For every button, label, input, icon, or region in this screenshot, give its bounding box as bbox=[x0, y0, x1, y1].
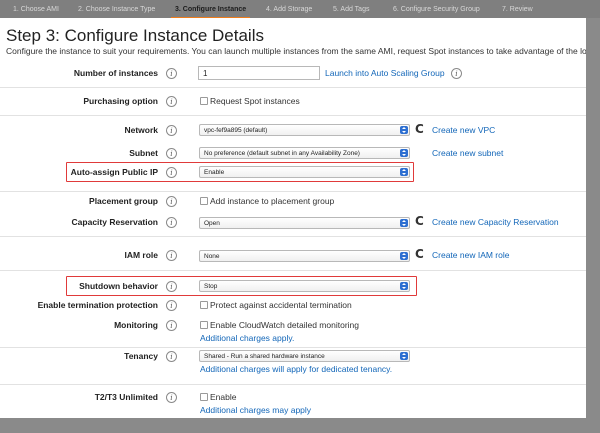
tab-review[interactable]: 7. Review bbox=[502, 6, 533, 13]
tab-choose-ami[interactable]: 1. Choose AMI bbox=[13, 6, 59, 13]
subnet-select-value: No preference (default subnet in any Ava… bbox=[204, 150, 360, 157]
label-network: Network bbox=[124, 125, 158, 135]
create-new-subnet-link[interactable]: Create new subnet bbox=[432, 148, 503, 158]
info-icon[interactable]: i bbox=[166, 217, 177, 228]
info-icon[interactable]: i bbox=[166, 125, 177, 136]
request-spot-label: Request Spot instances bbox=[210, 96, 300, 106]
iam-role-value: None bbox=[204, 253, 220, 260]
info-icon[interactable]: i bbox=[166, 351, 177, 362]
launch-auto-scaling-link[interactable]: Launch into Auto Scaling Group bbox=[325, 68, 445, 78]
tab-configure-security-group[interactable]: 6. Configure Security Group bbox=[393, 6, 480, 13]
page-subtitle: Configure the instance to suit your requ… bbox=[6, 46, 586, 56]
info-icon[interactable]: i bbox=[166, 96, 177, 107]
label-iam-role: IAM role bbox=[124, 250, 158, 260]
tab-add-tags[interactable]: 5. Add Tags bbox=[333, 6, 369, 13]
create-capacity-reservation-link[interactable]: Create new Capacity Reservation bbox=[432, 217, 559, 227]
info-icon[interactable]: i bbox=[166, 250, 177, 261]
label-number-of-instances: Number of instances bbox=[73, 68, 158, 78]
termination-protection-checkbox[interactable] bbox=[200, 301, 208, 309]
info-icon[interactable]: i bbox=[166, 392, 177, 403]
placement-group-option-label: Add instance to placement group bbox=[210, 196, 335, 206]
divider bbox=[0, 115, 586, 116]
tenancy-charges-link[interactable]: Additional charges will apply for dedica… bbox=[200, 364, 392, 374]
configure-instance-panel: Step 3: Configure Instance Details Confi… bbox=[0, 18, 586, 418]
refresh-icon[interactable]: C bbox=[415, 215, 424, 227]
request-spot-checkbox[interactable] bbox=[200, 97, 208, 105]
divider bbox=[0, 347, 586, 348]
highlight-box-shutdown bbox=[66, 276, 417, 296]
highlight-box-public-ip bbox=[66, 162, 414, 182]
unlimited-option-label: Enable bbox=[210, 392, 237, 402]
tenancy-value: Shared - Run a shared hardware instance bbox=[204, 353, 325, 360]
divider bbox=[0, 191, 586, 192]
cloudwatch-monitoring-option-label: Enable CloudWatch detailed monitoring bbox=[210, 320, 359, 330]
label-monitoring: Monitoring bbox=[114, 320, 158, 330]
info-icon[interactable]: i bbox=[166, 148, 177, 159]
info-icon[interactable]: i bbox=[166, 196, 177, 207]
label-t2-t3-unlimited: T2/T3 Unlimited bbox=[94, 392, 158, 402]
create-new-iam-role-link[interactable]: Create new IAM role bbox=[432, 250, 509, 260]
capacity-reservation-select[interactable]: Open bbox=[199, 217, 410, 229]
network-select-value: vpc-fef9a895 (default) bbox=[204, 127, 268, 134]
select-arrows-icon bbox=[400, 352, 408, 360]
divider bbox=[0, 87, 586, 88]
subnet-select[interactable]: No preference (default subnet in any Ava… bbox=[199, 147, 410, 159]
wizard-tabs: 1. Choose AMI 2. Choose Instance Type 3.… bbox=[0, 0, 600, 19]
select-arrows-icon bbox=[400, 219, 408, 227]
monitoring-charges-link[interactable]: Additional charges apply. bbox=[200, 333, 294, 343]
create-new-vpc-link[interactable]: Create new VPC bbox=[432, 125, 495, 135]
network-select[interactable]: vpc-fef9a895 (default) bbox=[199, 124, 410, 136]
page-title: Step 3: Configure Instance Details bbox=[6, 26, 264, 45]
placement-group-checkbox[interactable] bbox=[200, 197, 208, 205]
unlimited-charges-link[interactable]: Additional charges may apply bbox=[200, 405, 311, 415]
refresh-icon[interactable]: C bbox=[415, 123, 424, 135]
info-icon[interactable]: i bbox=[166, 68, 177, 79]
label-termination-protection: Enable termination protection bbox=[37, 300, 158, 310]
info-icon[interactable]: i bbox=[166, 320, 177, 331]
select-arrows-icon bbox=[400, 149, 408, 157]
iam-role-select[interactable]: None bbox=[199, 250, 410, 262]
divider bbox=[0, 236, 586, 237]
label-purchasing-option: Purchasing option bbox=[83, 96, 158, 106]
overlay-scrim bbox=[586, 18, 600, 433]
select-arrows-icon bbox=[400, 252, 408, 260]
tab-choose-instance-type[interactable]: 2. Choose Instance Type bbox=[78, 6, 155, 13]
number-of-instances-input[interactable]: 1 bbox=[198, 66, 320, 80]
info-icon[interactable]: i bbox=[166, 300, 177, 311]
tenancy-select[interactable]: Shared - Run a shared hardware instance bbox=[199, 350, 410, 362]
label-placement-group: Placement group bbox=[89, 196, 158, 206]
label-capacity-reservation: Capacity Reservation bbox=[71, 217, 158, 227]
tab-configure-instance[interactable]: 3. Configure Instance bbox=[170, 6, 251, 19]
capacity-reservation-value: Open bbox=[204, 220, 220, 227]
cloudwatch-monitoring-checkbox[interactable] bbox=[200, 321, 208, 329]
tab-add-storage[interactable]: 4. Add Storage bbox=[266, 6, 312, 13]
divider bbox=[0, 270, 586, 271]
unlimited-checkbox[interactable] bbox=[200, 393, 208, 401]
refresh-icon[interactable]: C bbox=[415, 248, 424, 260]
label-subnet: Subnet bbox=[129, 148, 158, 158]
termination-protection-option-label: Protect against accidental termination bbox=[210, 300, 352, 310]
overlay-scrim bbox=[0, 418, 600, 433]
info-icon[interactable]: i bbox=[451, 68, 462, 79]
label-tenancy: Tenancy bbox=[124, 351, 158, 361]
select-arrows-icon bbox=[400, 126, 408, 134]
divider bbox=[0, 384, 586, 385]
